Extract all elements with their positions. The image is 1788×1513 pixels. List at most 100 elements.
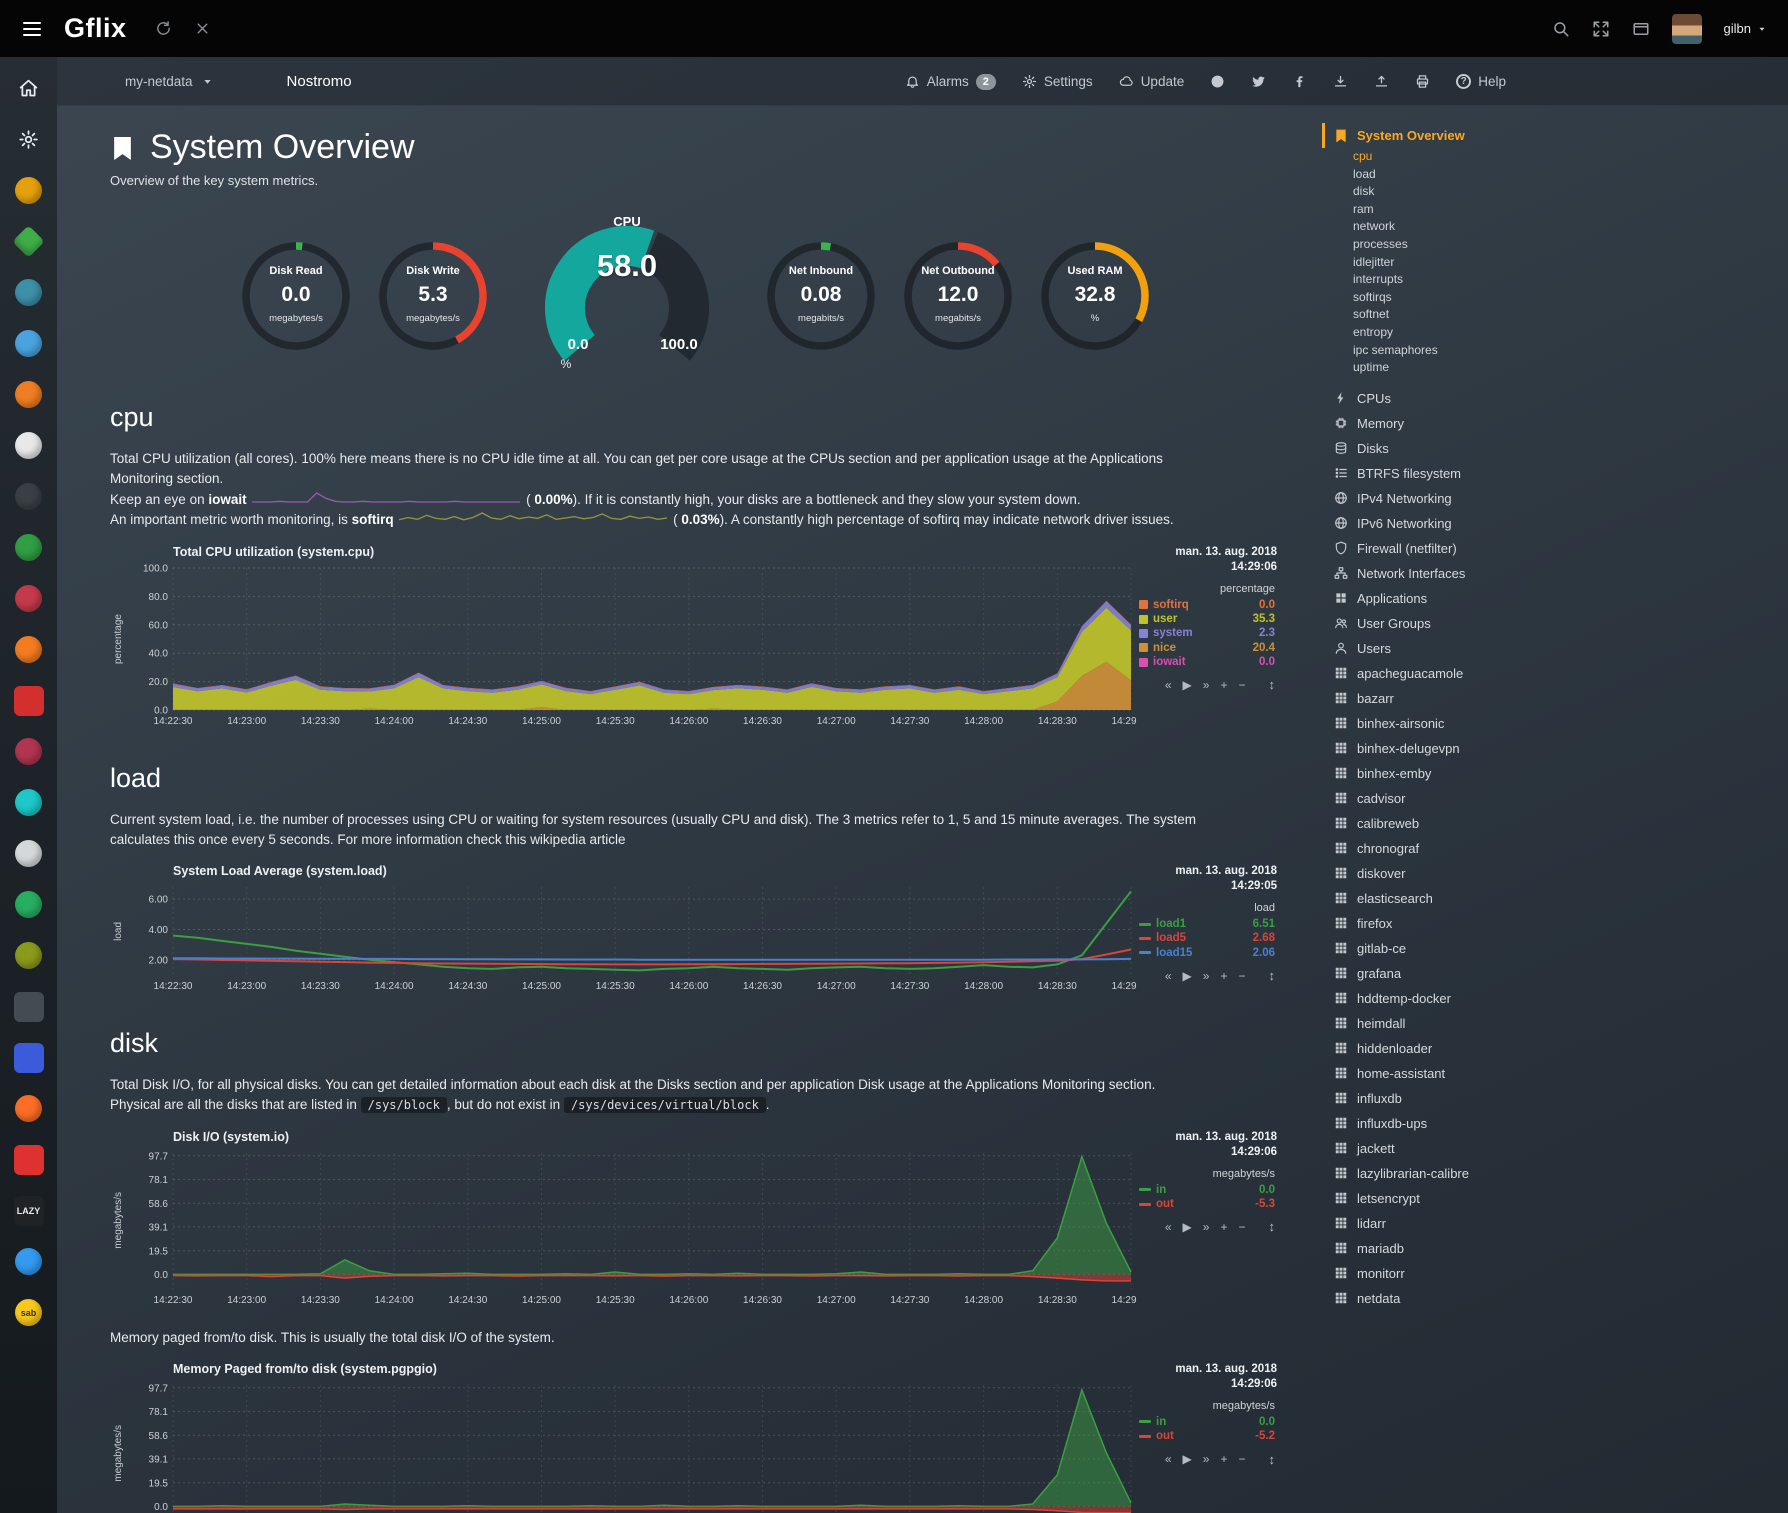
app-teal-stack-icon[interactable] <box>0 267 57 318</box>
menu-item-ipv6-networking[interactable]: IPv6 Networking <box>1322 511 1622 536</box>
app-red-arrow-icon[interactable] <box>0 1134 57 1185</box>
help-button[interactable]: ? Help <box>1456 74 1506 89</box>
import-button[interactable] <box>1333 74 1348 89</box>
menu-item-binhex-delugevpn[interactable]: binhex-delugevpn <box>1322 736 1622 761</box>
chart-zoom-out-button[interactable]: − <box>1238 678 1245 692</box>
twitter-button[interactable] <box>1251 74 1266 89</box>
chart-zoom-out-button[interactable]: − <box>1238 1452 1245 1466</box>
app-light-u-icon[interactable] <box>0 828 57 879</box>
menu-sub-softnet[interactable]: softnet <box>1322 306 1622 324</box>
chart-canvas[interactable]: 14:22:3014:23:0014:23:3014:24:0014:24:30… <box>127 562 1137 728</box>
chart-pan-left-button[interactable]: « <box>1165 969 1172 983</box>
menu-item-monitorr[interactable]: monitorr <box>1322 1261 1622 1286</box>
settings-icon[interactable] <box>0 114 57 165</box>
hamburger-menu-icon[interactable] <box>20 17 44 41</box>
app-orange-search-icon[interactable] <box>0 369 57 420</box>
menu-sub-idlejitter[interactable]: idlejitter <box>1322 254 1622 272</box>
chart-play-button[interactable]: ▶ <box>1183 678 1192 692</box>
close-tab-icon[interactable] <box>194 20 211 37</box>
legend-item-softirq[interactable]: softirq0.0 <box>1137 598 1277 612</box>
github-button[interactable] <box>1210 74 1225 89</box>
menu-item-cpus[interactable]: CPUs <box>1322 386 1622 411</box>
menu-sub-processes[interactable]: processes <box>1322 236 1622 254</box>
user-menu[interactable]: gilbn <box>1724 21 1768 36</box>
chart-resize-handle[interactable]: ↕ <box>1269 1219 1276 1234</box>
chart-zoom-in-button[interactable]: + <box>1220 1452 1227 1466</box>
app-lazylibrarian-icon[interactable]: LAZY <box>0 1185 57 1236</box>
chart-zoom-in-button[interactable]: + <box>1220 678 1227 692</box>
app-gitlab-icon[interactable] <box>0 1083 57 1134</box>
legend-item-out[interactable]: out-5.3 <box>1137 1197 1277 1211</box>
print-button[interactable] <box>1415 74 1430 89</box>
menu-item-home-assistant[interactable]: home-assistant <box>1322 1061 1622 1086</box>
legend-item-load5[interactable]: load52.68 <box>1137 931 1277 945</box>
menu-item-jackett[interactable]: jackett <box>1322 1136 1622 1161</box>
menu-item-firewall-netfilter[interactable]: Firewall (netfilter) <box>1322 536 1622 561</box>
menu-item-ipv4-networking[interactable]: IPv4 Networking <box>1322 486 1622 511</box>
menu-item-apacheguacamole[interactable]: apacheguacamole <box>1322 661 1622 686</box>
menu-item-elasticsearch[interactable]: elasticsearch <box>1322 886 1622 911</box>
menu-item-influxdb[interactable]: influxdb <box>1322 1086 1622 1111</box>
menu-item-user-groups[interactable]: User Groups <box>1322 611 1622 636</box>
menu-sub-load[interactable]: load <box>1322 166 1622 184</box>
chart-play-button[interactable]: ▶ <box>1183 969 1192 983</box>
app-plex-icon[interactable] <box>0 165 57 216</box>
export-button[interactable] <box>1374 74 1389 89</box>
menu-item-gitlab-ce[interactable]: gitlab-ce <box>1322 936 1622 961</box>
menu-sub-entropy[interactable]: entropy <box>1322 324 1622 342</box>
menu-sub-network[interactable]: network <box>1322 218 1622 236</box>
menu-item-lazylibrarian-calibre[interactable]: lazylibrarian-calibre <box>1322 1161 1622 1186</box>
menu-sub-ipc-semaphores[interactable]: ipc semaphores <box>1322 342 1622 360</box>
chart-pan-right-button[interactable]: » <box>1203 1452 1210 1466</box>
avatar[interactable] <box>1672 14 1702 44</box>
app-red-cluster-icon[interactable] <box>0 573 57 624</box>
menu-item-firefox[interactable]: firefox <box>1322 911 1622 936</box>
menu-item-lidarr[interactable]: lidarr <box>1322 1211 1622 1236</box>
legend-item-in[interactable]: in0.0 <box>1137 1415 1277 1429</box>
home-icon[interactable] <box>0 63 57 114</box>
app-green-diamond-icon[interactable] <box>0 216 57 267</box>
chart-play-button[interactable]: ▶ <box>1183 1220 1192 1234</box>
alarms-button[interactable]: Alarms 2 <box>905 74 996 90</box>
menu-item-disks[interactable]: Disks <box>1322 436 1622 461</box>
chart-canvas[interactable]: 14:22:3014:23:0014:23:3014:24:0014:24:30… <box>127 881 1137 993</box>
menu-sub-interrupts[interactable]: interrupts <box>1322 271 1622 289</box>
app-teal-oo-icon[interactable] <box>0 777 57 828</box>
legend-item-in[interactable]: in0.0 <box>1137 1183 1277 1197</box>
app-white-disc-icon[interactable] <box>0 420 57 471</box>
chart-resize-handle[interactable]: ↕ <box>1269 968 1276 983</box>
legend-item-out[interactable]: out-5.2 <box>1137 1429 1277 1443</box>
legend-item-system[interactable]: system2.3 <box>1137 626 1277 640</box>
chart-pan-right-button[interactable]: » <box>1203 1220 1210 1234</box>
menu-item-mariadb[interactable]: mariadb <box>1322 1236 1622 1261</box>
chart-pan-left-button[interactable]: « <box>1165 678 1172 692</box>
menu-item-memory[interactable]: Memory <box>1322 411 1622 436</box>
facebook-button[interactable] <box>1292 74 1307 89</box>
menu-sub-cpu[interactable]: cpu <box>1322 148 1622 166</box>
app-dark-green-icon[interactable] <box>0 522 57 573</box>
fullscreen-icon[interactable] <box>1592 20 1610 38</box>
window-icon[interactable] <box>1632 20 1650 38</box>
app-maroon-flower-icon[interactable] <box>0 726 57 777</box>
gauge-disk-write[interactable]: Disk Write5.3megabytes/s <box>375 238 491 354</box>
menu-sub-disk[interactable]: disk <box>1322 183 1622 201</box>
chart-zoom-in-button[interactable]: + <box>1220 969 1227 983</box>
menu-item-system-overview[interactable]: System Overview <box>1322 123 1622 148</box>
menu-item-diskover[interactable]: diskover <box>1322 861 1622 886</box>
chart-zoom-out-button[interactable]: − <box>1238 1220 1245 1234</box>
chart-zoom-in-button[interactable]: + <box>1220 1220 1227 1234</box>
chart-pan-left-button[interactable]: « <box>1165 1220 1172 1234</box>
chart-pan-left-button[interactable]: « <box>1165 1452 1172 1466</box>
chart-pan-right-button[interactable]: » <box>1203 678 1210 692</box>
app-olive-swirl-icon[interactable] <box>0 930 57 981</box>
menu-item-letsencrypt[interactable]: letsencrypt <box>1322 1186 1622 1211</box>
chart-resize-handle[interactable]: ↕ <box>1269 1452 1276 1467</box>
menu-item-hiddenloader[interactable]: hiddenloader <box>1322 1036 1622 1061</box>
app-green-disc-icon[interactable] <box>0 879 57 930</box>
menu-item-calibreweb[interactable]: calibreweb <box>1322 811 1622 836</box>
menu-item-chronograf[interactable]: chronograf <box>1322 836 1622 861</box>
menu-item-binhex-emby[interactable]: binhex-emby <box>1322 761 1622 786</box>
menu-item-hddtemp-docker[interactable]: hddtemp-docker <box>1322 986 1622 1011</box>
search-icon[interactable] <box>1552 20 1570 38</box>
chart-play-button[interactable]: ▶ <box>1183 1452 1192 1466</box>
